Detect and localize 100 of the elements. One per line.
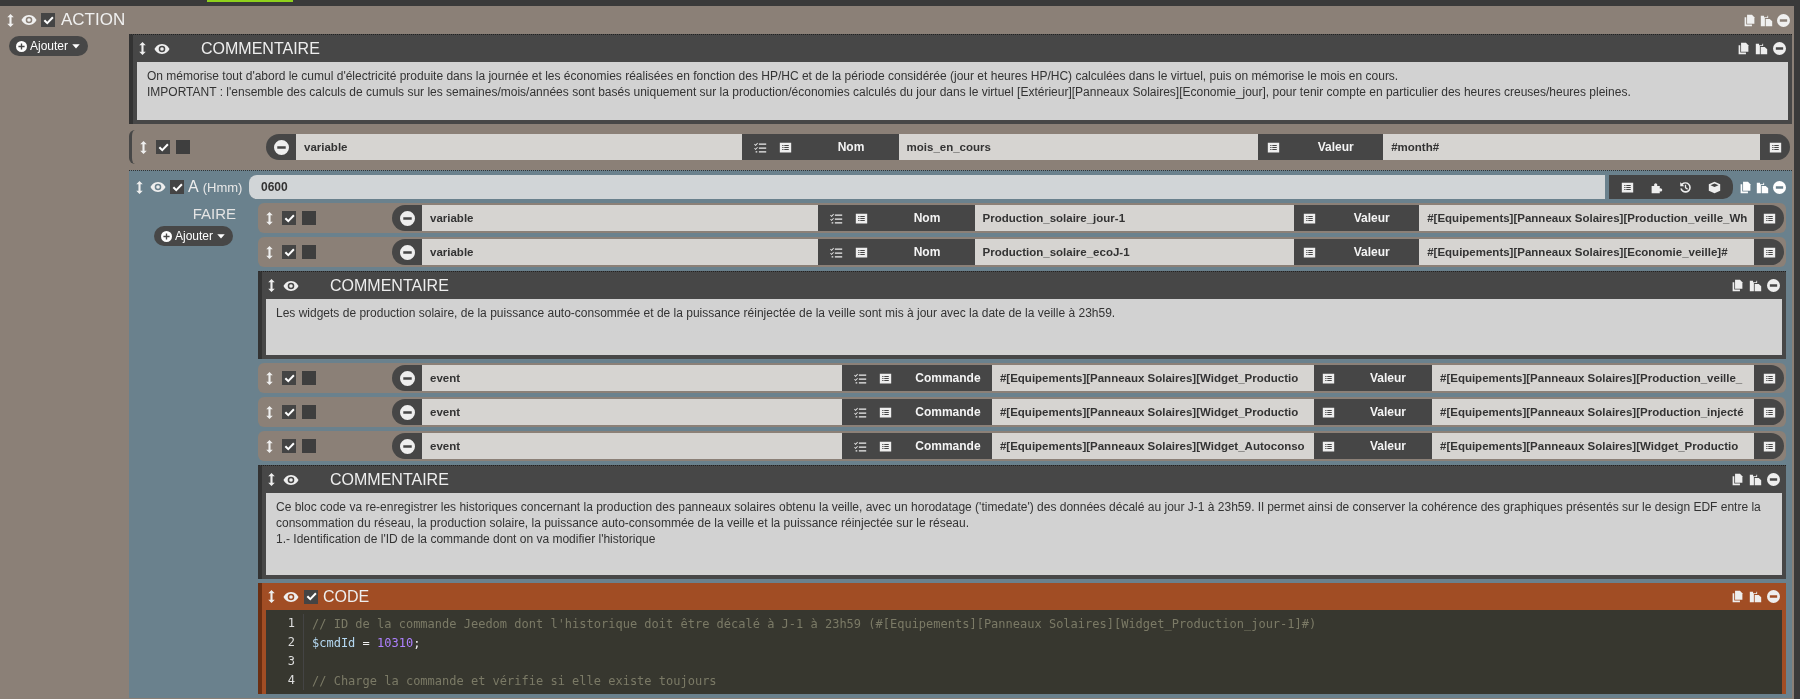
cube-icon[interactable] [1708, 180, 1721, 194]
list-icon[interactable] [878, 405, 892, 419]
copy-icon[interactable] [1743, 13, 1756, 27]
list-icon[interactable] [1762, 245, 1776, 259]
paste-icon[interactable] [1749, 473, 1762, 486]
list-icon[interactable] [1302, 245, 1316, 259]
code-line: // ID de la commande Jeedom dont l'historique doit être décalé à J-1 à 23h59 (#[Equipements][Panneaux Solaires][Widget_Production_jour-1]#) [311, 616, 1317, 631]
line-number: 3 [266, 652, 304, 671]
time-field[interactable]: 0600 [249, 175, 1605, 199]
field-label: Nom [836, 139, 866, 156]
list-icon[interactable] [1322, 439, 1336, 453]
value-field[interactable]: #[Equipements][Panneaux Solaires][Production_veille_Wh [1419, 205, 1754, 231]
checkbox[interactable] [282, 405, 296, 419]
checkbox[interactable] [282, 439, 296, 453]
list-icon[interactable] [854, 211, 868, 225]
checkbox[interactable] [41, 13, 55, 27]
caret-icon [216, 231, 226, 241]
field-label: Valeur [1352, 210, 1391, 227]
value-field[interactable]: Production_solaire_jour-1 [974, 205, 1295, 231]
checkbox[interactable] [282, 211, 296, 225]
code-line: $cmdId = 10310; [311, 635, 421, 650]
action-field[interactable]: event [422, 433, 842, 459]
action-field[interactable]: event [422, 399, 842, 425]
checklist-icon[interactable] [753, 140, 767, 154]
checkbox[interactable] [302, 211, 316, 225]
paste-icon[interactable] [1749, 590, 1762, 603]
value-field[interactable]: #month# [1383, 134, 1760, 160]
checkbox[interactable] [302, 371, 316, 385]
checkbox[interactable] [304, 589, 318, 604]
action-field[interactable]: variable [422, 205, 818, 231]
value-field[interactable]: #[Equipements][Panneaux Solaires][Economie_veille]# [1419, 239, 1754, 265]
block-title: COMMENTAIRE [330, 276, 449, 295]
checkbox[interactable] [302, 405, 316, 419]
list-icon[interactable] [1266, 140, 1280, 154]
value-field[interactable]: #[Equipements][Panneaux Solaires][Widget_Autoconso [991, 433, 1314, 459]
paste-icon[interactable] [1760, 13, 1773, 27]
section-label: FAIRE [192, 205, 236, 222]
checklist-icon[interactable] [853, 439, 867, 453]
checklist-icon[interactable] [829, 245, 843, 259]
line-number: 2 [266, 633, 304, 652]
value-field[interactable]: #[Equipements][Panneaux Solaires][Production_veille_ [1432, 365, 1754, 391]
paste-icon[interactable] [1755, 42, 1768, 55]
checklist-icon[interactable] [853, 371, 867, 385]
block-hint: (Hmm) [202, 179, 243, 195]
line-number: 1 [266, 614, 304, 633]
comment-field[interactable]: On mémorise tout d'abord le cumul d'électricité produite dans la journée et les économies réalisées en fonction des HP/HC et de la période considérée (jour et heures HP/HC) calculées dans le virtuel, puis on mémorise le mois en cours. IMPORTANT : l'ensemble des calculs de cumuls sur les semaines/mois/années sont basés uniquement sur la production/économies calculés du jour dans le virtuel [Extérieur][Panneaux Solaires][Economie_jour], pour tenir compte en particulier des heures creuses/heures pleines. [137, 62, 1788, 120]
value-field[interactable]: #[Equipements][Panneaux Solaires][Widget_Productio [991, 399, 1314, 425]
copy-icon[interactable] [1731, 590, 1744, 603]
caret-icon [71, 41, 82, 51]
value-field[interactable]: #[Equipements][Panneaux Solaires][Widget_Productio [1432, 433, 1754, 459]
copy-icon[interactable] [1739, 180, 1752, 194]
checkbox[interactable] [176, 140, 190, 154]
list-icon[interactable] [1762, 371, 1776, 385]
list-icon[interactable] [778, 140, 792, 154]
copy-icon[interactable] [1731, 279, 1744, 292]
field-label: Valeur [1352, 244, 1391, 261]
list-icon[interactable] [878, 439, 892, 453]
list-icon[interactable] [878, 371, 892, 385]
value-field[interactable]: Production_solaire_ecoJ-1 [974, 239, 1295, 265]
copy-icon[interactable] [1737, 42, 1750, 55]
checkbox[interactable] [282, 371, 296, 385]
list-icon[interactable] [1322, 405, 1336, 419]
action-field[interactable]: variable [296, 134, 742, 160]
block-title: COMMENTAIRE [201, 39, 320, 58]
comment-field[interactable]: Ce bloc code va re-enregistrer les historiques concernant la production des panneaux solaires obtenu la veille, avec un horodatage ('timedate') des données décalé au jour J-1 à 23h59. Il permet ainsi de conserver la cohérence des graphiques présentés sur le design EDF entre la consommation du réseau, la production solaire, la puissance auto-consommée de la veille et la puissance réinjectée sur le réseau. 1.- Identification de l'ID de la commande dont on va modifier l'historique [266, 493, 1782, 575]
list-icon[interactable] [854, 245, 868, 259]
paste-icon[interactable] [1749, 279, 1762, 292]
add-button[interactable]: Ajouter [154, 226, 233, 246]
list-icon[interactable] [1762, 405, 1776, 419]
value-field[interactable]: #[Equipements][Panneaux Solaires][Production_injecté [1432, 399, 1754, 425]
field-label: Commande [914, 370, 982, 387]
action-field[interactable]: event [422, 365, 842, 391]
code-line: // Charge la commande et vérifie si elle existe toujours [311, 673, 717, 688]
field-label: Nom [912, 244, 942, 261]
list-icon[interactable] [1302, 211, 1316, 225]
block-title: A [188, 178, 199, 196]
value-field[interactable]: #[Equipements][Panneaux Solaires][Widget_Productio [991, 365, 1314, 391]
action-field[interactable]: variable [422, 239, 818, 265]
checklist-icon[interactable] [853, 405, 867, 419]
list-icon[interactable] [1762, 439, 1776, 453]
comment-field[interactable]: Les widgets de production solaire, de la puissance auto-consommée et de la puissance réinjectée de la veille sont mis à jour avec la date de la veille à 23h59. [266, 299, 1782, 355]
checkbox[interactable] [302, 439, 316, 453]
puzzle-icon[interactable] [1650, 180, 1663, 194]
list-icon[interactable] [1621, 180, 1634, 194]
value-field[interactable]: mois_en_cours [898, 134, 1259, 160]
block-title: COMMENTAIRE [330, 470, 449, 489]
checkbox[interactable] [302, 245, 316, 259]
list-icon[interactable] [1768, 140, 1782, 154]
history-icon[interactable] [1679, 180, 1692, 194]
list-icon[interactable] [1322, 371, 1336, 385]
checklist-icon[interactable] [829, 211, 843, 225]
checkbox[interactable] [170, 180, 184, 194]
copy-icon[interactable] [1731, 473, 1744, 486]
add-button[interactable]: Ajouter [9, 36, 89, 56]
list-icon[interactable] [1762, 211, 1776, 225]
checkbox[interactable] [156, 140, 170, 154]
paste-icon[interactable] [1756, 180, 1769, 194]
checkbox[interactable] [282, 245, 296, 259]
line-number: 4 [266, 671, 304, 690]
field-label: Valeur [1368, 404, 1407, 421]
